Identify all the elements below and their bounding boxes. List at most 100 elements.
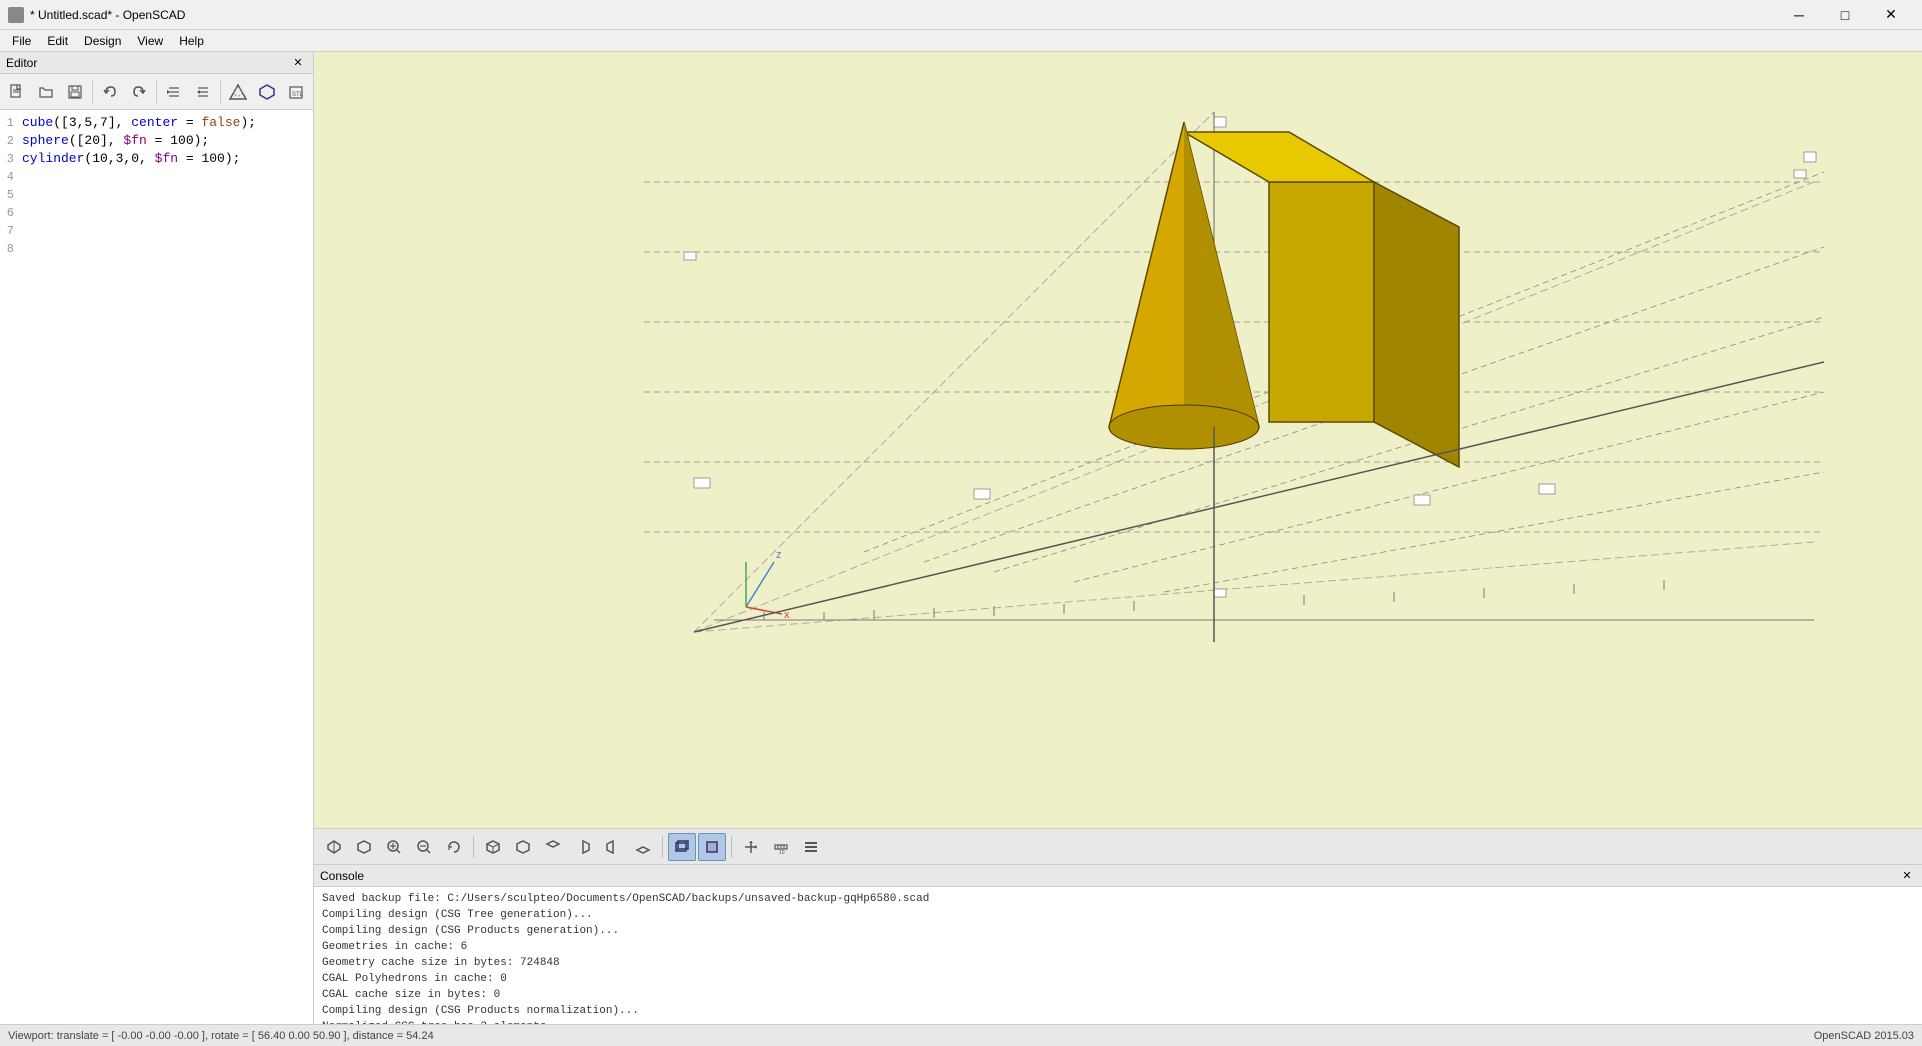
vp-zoom-out[interactable]: [410, 833, 438, 861]
console-line-7: CGAL cache size in bytes: 0: [322, 987, 1914, 1003]
viewport-toolbar: 10: [314, 828, 1922, 864]
sep3: [220, 81, 221, 103]
vp-view-top[interactable]: [539, 833, 567, 861]
svg-text:z: z: [776, 549, 782, 561]
line-content-5: [18, 186, 22, 204]
line-content-8: [18, 240, 22, 258]
console-line-3: Compiling design (CSG Products generatio…: [322, 923, 1914, 939]
editor-line-6: 6: [0, 204, 313, 222]
vp-top-button[interactable]: [350, 833, 378, 861]
vp-view-left[interactable]: [599, 833, 627, 861]
menu-view[interactable]: View: [129, 32, 171, 50]
editor-toolbar: STL: [0, 74, 313, 110]
vp-view-back[interactable]: [509, 833, 537, 861]
editor-line-1: 1 cube([3,5,7], center = false);: [0, 114, 313, 132]
maximize-button[interactable]: □: [1822, 0, 1868, 30]
statusbar-right: OpenSCAD 2015.03: [1814, 1030, 1914, 1042]
line-content-7: [18, 222, 22, 240]
menu-design[interactable]: Design: [76, 32, 129, 50]
editor-line-5: 5: [0, 186, 313, 204]
line-num-1: 1: [0, 114, 18, 132]
export-stl-button[interactable]: STL: [282, 78, 309, 106]
vp-view-right[interactable]: [569, 833, 597, 861]
line-num-5: 5: [0, 186, 18, 204]
menu-edit[interactable]: Edit: [39, 32, 76, 50]
line-num-8: 8: [0, 240, 18, 258]
editor-line-8: 8: [0, 240, 313, 258]
console-line-4: Geometries in cache: 6: [322, 939, 1914, 955]
statusbar: Viewport: translate = [ -0.00 -0.00 -0.0…: [0, 1024, 1922, 1046]
unindent-button[interactable]: [190, 78, 217, 106]
app-icon: [8, 7, 24, 23]
new-button[interactable]: [4, 78, 31, 106]
main-content: Editor ✕: [0, 52, 1922, 1024]
vp-sep2: [662, 836, 663, 858]
console-line-8: Compiling design (CSG Products normaliza…: [322, 1003, 1914, 1019]
editor-line-3: 3 cylinder(10,3,0, $fn = 100);: [0, 150, 313, 168]
line-num-6: 6: [0, 204, 18, 222]
viewport-3d[interactable]: z x: [314, 52, 1922, 828]
indent-button[interactable]: [161, 78, 188, 106]
console-close-button[interactable]: ✕: [1898, 867, 1916, 885]
editor-content[interactable]: 1 cube([3,5,7], center = false); 2 spher…: [0, 110, 313, 1024]
console-content[interactable]: Saved backup file: C:/Users/sculpteo/Doc…: [314, 887, 1922, 1024]
editor-line-4: 4: [0, 168, 313, 186]
titlebar: * Untitled.scad* - OpenSCAD ─ □ ✕: [0, 0, 1922, 30]
preview-button[interactable]: [225, 78, 252, 106]
menu-file[interactable]: File: [4, 32, 39, 50]
titlebar-left: * Untitled.scad* - OpenSCAD: [8, 7, 185, 23]
line-num-2: 2: [0, 132, 18, 150]
line-content-2: sphere([20], $fn = 100);: [18, 132, 209, 150]
editor-title: Editor: [6, 56, 37, 70]
vp-perspective-button[interactable]: [320, 833, 348, 861]
console-line-2: Compiling design (CSG Tree generation)..…: [322, 907, 1914, 923]
vp-menu-toggle[interactable]: [797, 833, 825, 861]
vp-axes-toggle[interactable]: [737, 833, 765, 861]
vp-zoom-all[interactable]: [440, 833, 468, 861]
editor-line-7: 7: [0, 222, 313, 240]
editor-close-button[interactable]: ✕: [289, 54, 307, 72]
vp-ruler-toggle[interactable]: 10: [767, 833, 795, 861]
undo-button[interactable]: [97, 78, 124, 106]
line-num-3: 3: [0, 150, 18, 168]
statusbar-left: Viewport: translate = [ -0.00 -0.00 -0.0…: [8, 1030, 434, 1042]
vp-edges-toggle[interactable]: [698, 833, 726, 861]
console-title: Console: [320, 869, 364, 883]
menubar: File Edit Design View Help: [0, 30, 1922, 52]
console-line-1: Saved backup file: C:/Users/sculpteo/Doc…: [322, 891, 1914, 907]
window-title: * Untitled.scad* - OpenSCAD: [30, 8, 185, 22]
vp-zoom-in[interactable]: [380, 833, 408, 861]
vp-ortho-toggle[interactable]: [668, 833, 696, 861]
titlebar-controls: ─ □ ✕: [1776, 0, 1914, 30]
vp-view-bottom[interactable]: [629, 833, 657, 861]
line-content-3: cylinder(10,3,0, $fn = 100);: [18, 150, 240, 168]
viewport-svg: z x: [314, 52, 1922, 828]
line-num-4: 4: [0, 168, 18, 186]
close-button[interactable]: ✕: [1868, 0, 1914, 30]
editor-line-2: 2 sphere([20], $fn = 100);: [0, 132, 313, 150]
editor-header: Editor ✕: [0, 52, 313, 74]
sep2: [156, 81, 157, 103]
vp-sep3: [731, 836, 732, 858]
open-button[interactable]: [33, 78, 60, 106]
console-panel: Console ✕ Saved backup file: C:/Users/sc…: [314, 864, 1922, 1024]
console-header: Console ✕: [314, 865, 1922, 887]
redo-button[interactable]: [125, 78, 152, 106]
console-line-5: Geometry cache size in bytes: 724848: [322, 955, 1914, 971]
vp-sep1: [473, 836, 474, 858]
line-content-4: [18, 168, 22, 186]
save-button[interactable]: [61, 78, 88, 106]
menu-help[interactable]: Help: [171, 32, 212, 50]
viewport-area: z x: [314, 52, 1922, 1024]
svg-text:10: 10: [779, 850, 785, 855]
sep1: [92, 81, 93, 103]
vp-view-front[interactable]: [479, 833, 507, 861]
line-content-6: [18, 204, 22, 222]
console-line-6: CGAL Polyhedrons in cache: 0: [322, 971, 1914, 987]
line-num-7: 7: [0, 222, 18, 240]
editor-panel: Editor ✕: [0, 52, 314, 1024]
render-button[interactable]: [254, 78, 281, 106]
line-content-1: cube([3,5,7], center = false);: [18, 114, 256, 132]
svg-text:STL: STL: [292, 92, 304, 98]
minimize-button[interactable]: ─: [1776, 0, 1822, 30]
